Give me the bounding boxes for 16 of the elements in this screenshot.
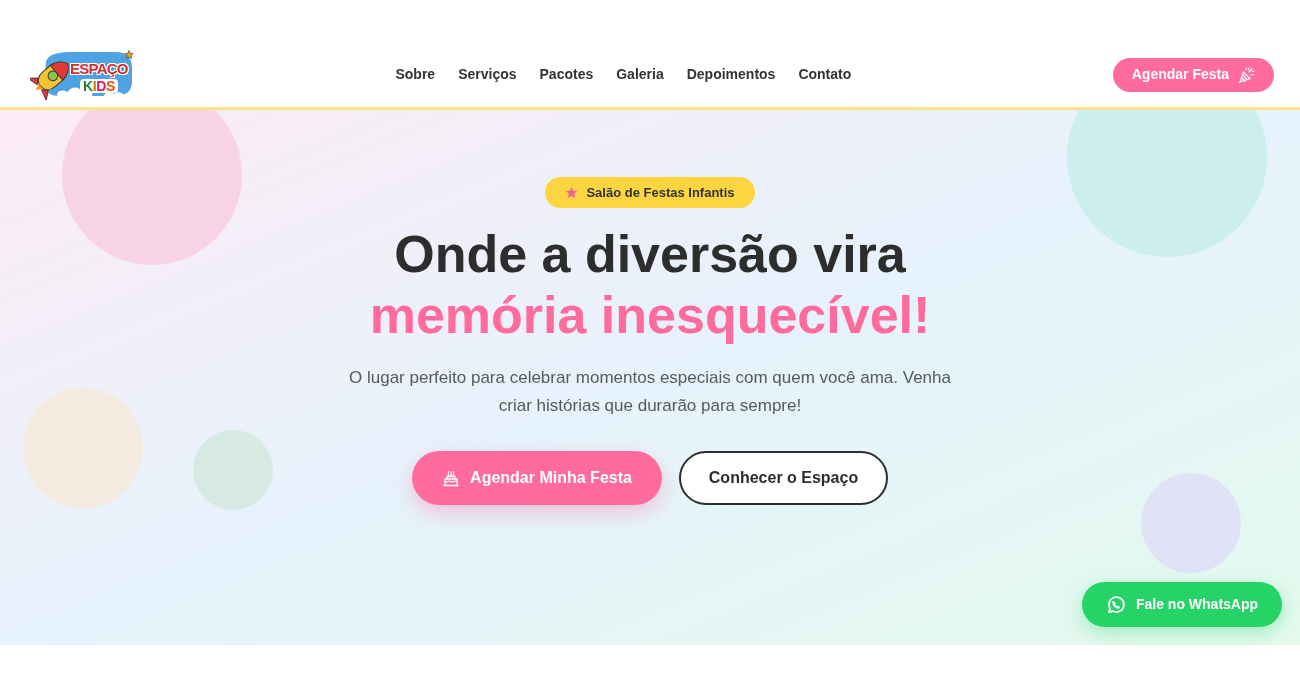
cake-icon: [442, 469, 461, 487]
phone-bubble-icon: [1105, 594, 1126, 615]
nav-link[interactable]: Contato: [798, 64, 852, 85]
nav-link[interactable]: Pacotes: [539, 64, 594, 85]
party-popper-icon: [1239, 66, 1255, 83]
star-icon: [565, 186, 579, 199]
nav-link[interactable]: Serviços: [458, 64, 517, 85]
nav-link[interactable]: Galeria: [616, 64, 664, 85]
nav-link[interactable]: Depoimentos: [686, 64, 776, 85]
visit-space-button[interactable]: Conhecer o Espaço: [679, 451, 888, 505]
logo-title: ESPAÇO: [70, 60, 128, 76]
badge-text: Salão de Festas Infantis: [586, 183, 735, 202]
hero-heading: Onde a diversão vira memória inesquecível!: [369, 224, 931, 346]
nav-link[interactable]: Sobre: [395, 64, 436, 85]
rocket-logo-icon[interactable]: [30, 49, 134, 100]
hero-description: O lugar perfeito para celebrar momentos especiais com quem você ama. Venha criar histórias que durarão para sempre!: [348, 367, 952, 417]
